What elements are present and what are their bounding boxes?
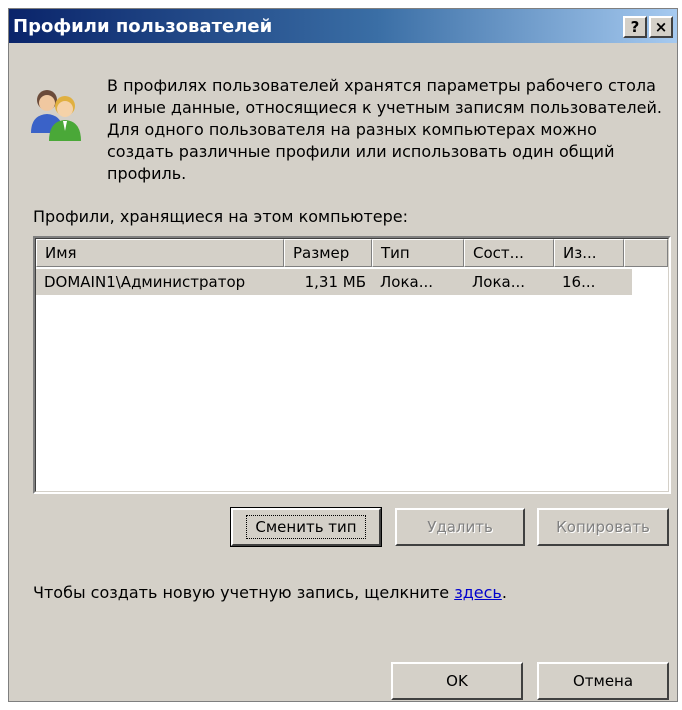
- column-header-size[interactable]: Размер: [284, 239, 372, 267]
- cell-size: 1,31 МБ: [304, 273, 366, 291]
- copy-button[interactable]: Копировать: [537, 508, 669, 546]
- title-bar[interactable]: Профили пользователей ? ×: [9, 9, 677, 43]
- window-title: Профили пользователей: [13, 15, 273, 37]
- cancel-button[interactable]: Отмена: [537, 662, 669, 700]
- change-type-button[interactable]: Сменить тип: [230, 507, 382, 547]
- listview-body: Имя Размер Тип Сост... Из... DOMAIN1\Адм…: [35, 238, 669, 492]
- cell-modified: 16...: [562, 273, 596, 291]
- profiles-listview[interactable]: Имя Размер Тип Сост... Из... DOMAIN1\Адм…: [33, 236, 671, 494]
- column-header-modified[interactable]: Из...: [554, 239, 624, 267]
- column-header-filler: [624, 239, 668, 267]
- delete-button[interactable]: Удалить: [395, 508, 525, 546]
- cell-type: Лока...: [380, 273, 434, 291]
- column-header-name[interactable]: Имя: [36, 239, 284, 267]
- create-account-text: Чтобы создать новую учетную запись, щелк…: [33, 583, 507, 603]
- create-account-suffix: .: [501, 583, 507, 602]
- description-text: В профилях пользователей хранятся параме…: [107, 76, 662, 183]
- users-icon: [31, 90, 81, 141]
- close-button[interactable]: ×: [649, 16, 673, 38]
- profiles-list-label: Профили, хранящиеся на этом компьютере:: [33, 207, 409, 226]
- cell-name: DOMAIN1\Администратор: [44, 273, 246, 291]
- listview-header: Имя Размер Тип Сост... Из...: [36, 239, 668, 267]
- user-profiles-dialog: Профили пользователей ? × В профилях пол…: [8, 8, 678, 702]
- help-button[interactable]: ?: [623, 16, 647, 38]
- change-type-label: Сменить тип: [246, 515, 366, 539]
- create-account-prefix: Чтобы создать новую учетную запись, щелк…: [33, 583, 455, 602]
- cell-state: Лока...: [472, 273, 526, 291]
- table-row[interactable]: DOMAIN1\Администратор 1,31 МБ Лока... Ло…: [36, 269, 632, 295]
- column-header-state[interactable]: Сост...: [464, 239, 554, 267]
- ok-button[interactable]: OK: [391, 662, 523, 700]
- create-account-link[interactable]: здесь: [454, 583, 502, 602]
- column-header-type[interactable]: Тип: [372, 239, 464, 267]
